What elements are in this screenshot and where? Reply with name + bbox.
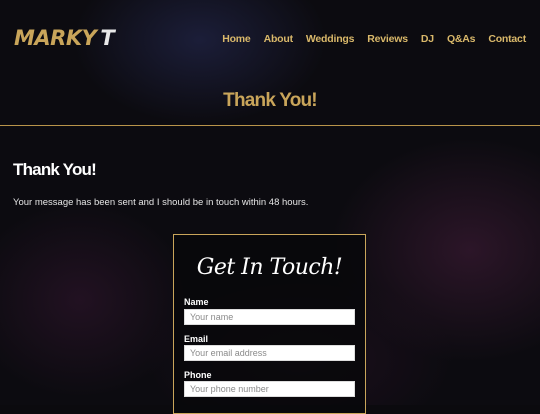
logo-text: MARKY	[14, 26, 97, 50]
content-heading: Thank You!	[13, 160, 97, 179]
main-nav: Home About Weddings Reviews DJ Q&As Cont…	[222, 33, 526, 45]
site-logo[interactable]: MARKY T	[14, 24, 115, 52]
header-divider	[0, 125, 540, 126]
phone-input[interactable]	[184, 381, 355, 397]
site-header: MARKY T Home About Weddings Reviews DJ Q…	[0, 0, 540, 80]
logo-suffix: T	[100, 26, 115, 50]
nav-home[interactable]: Home	[222, 33, 251, 45]
phone-label: Phone	[184, 370, 212, 380]
name-label: Name	[184, 297, 209, 307]
nav-qas[interactable]: Q&As	[447, 33, 476, 45]
email-label: Email	[184, 334, 209, 344]
email-input[interactable]	[184, 345, 355, 361]
contact-form-title: Get In Touch!	[196, 255, 343, 280]
name-input[interactable]	[184, 309, 355, 325]
confirmation-message: Your message has been sent and I should …	[13, 197, 309, 208]
nav-reviews[interactable]: Reviews	[367, 33, 408, 45]
nav-contact[interactable]: Contact	[488, 33, 526, 45]
page-title: Thank You!	[223, 90, 318, 111]
nav-dj[interactable]: DJ	[421, 33, 434, 45]
nav-about[interactable]: About	[264, 33, 294, 45]
contact-form-card: Get In Touch! Name Email Phone	[173, 234, 366, 414]
nav-weddings[interactable]: Weddings	[306, 33, 355, 45]
